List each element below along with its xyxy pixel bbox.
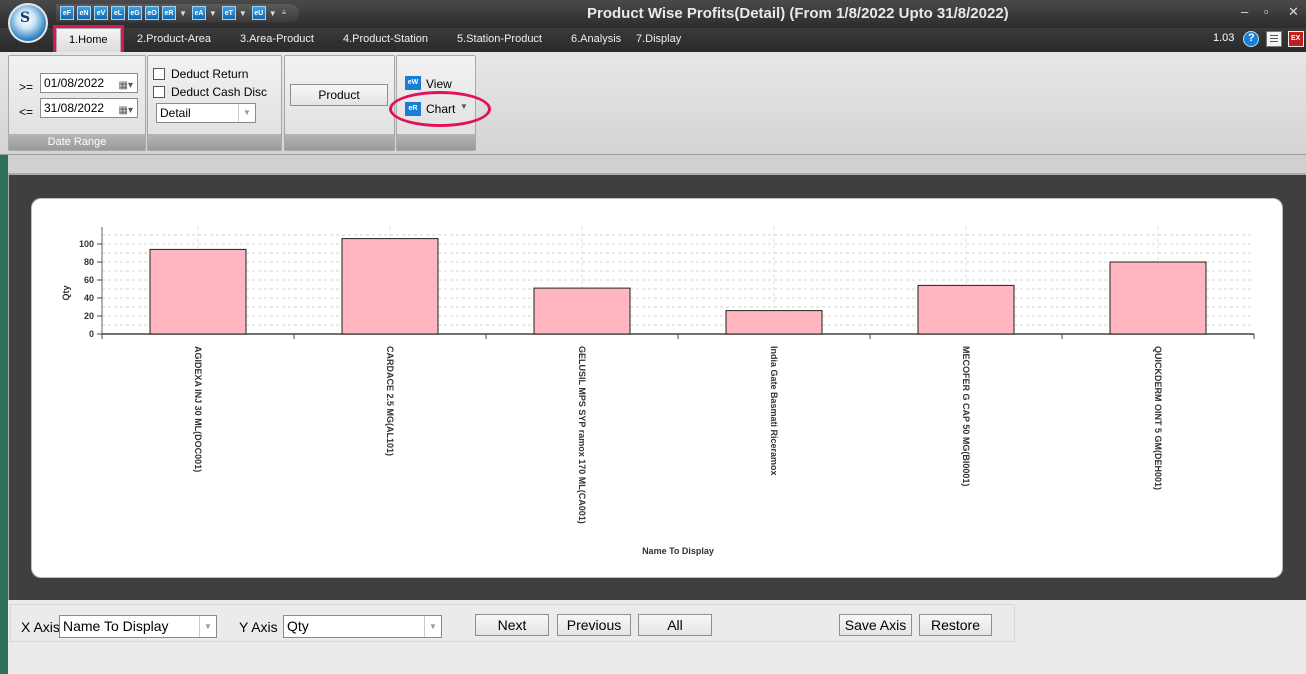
chart-panel: 0 20 40 60 80 100 AGIDEXA INJ 30 ML(DOC001) CAR… [31,198,1283,578]
product-group-footer [285,134,394,150]
deduct-return-checkbox[interactable] [153,68,165,80]
product-group: Product [284,55,395,151]
calendar-dropdown-icon[interactable]: ▦▾ [119,77,133,95]
chevron-down-icon[interactable]: ▼ [238,104,255,122]
quick-access-button[interactable]: eL [111,6,125,20]
app-logo[interactable]: S [8,3,48,43]
y-tick-label: 0 [89,329,94,339]
tab-area-product[interactable]: 3.Area-Product [240,33,314,45]
dropdown-arrow-icon[interactable]: ▼ [239,9,247,18]
next-button[interactable]: Next [475,614,549,636]
to-operator-label: <= [19,105,34,119]
y-tick-label: 40 [84,293,94,303]
bar [917,284,1015,335]
restore-button[interactable]: Restore [919,614,992,636]
left-edge-bar [0,155,8,674]
y-axis-title: Qty [61,285,71,300]
chevron-down-icon[interactable]: ▼ [199,616,216,637]
deduct-return-label: Deduct Return [171,67,249,81]
window-title: Product Wise Profits(Detail) (From 1/8/2… [587,5,1009,22]
bar [725,310,823,335]
mode-select-value: Detail [160,106,191,120]
toolbar-gap [0,155,1306,173]
quick-access-button[interactable]: eR [162,6,176,20]
date-range-group-label: Date Range [9,134,145,150]
title-bar: eF eN eV eL eG eO eR ▼ eA ▼ eT ▼ eU ▼ ⩮ … [0,0,1306,28]
y-axis-label: Y Axis [239,619,278,635]
quick-access-button[interactable]: eT [221,6,236,20]
chart-highlight-annotation [389,91,491,127]
quick-access-button[interactable]: eA [191,6,206,20]
quick-access-button[interactable]: eU [251,6,266,20]
calendar-dropdown-icon[interactable]: ▦▾ [119,102,133,120]
x-tick-label: AGIDEXA INJ 30 ML(DOC001) [193,346,203,472]
quick-access-button[interactable]: eF [60,6,74,20]
help-icon[interactable]: ? [1243,31,1259,47]
minimize-button[interactable]: – [1241,4,1248,19]
x-tick-label: India Gate Basmati Riceramox [769,346,779,476]
options-group: Deduct Return Deduct Cash Disc Detail ▼ [147,55,282,151]
y-tick-label: 60 [84,275,94,285]
customize-toolbar-icon[interactable]: ⩮ [282,8,287,18]
x-tick-label: GELUSIL MPS SYP ramox 170 ML(CA001) [577,346,587,524]
to-date-field[interactable]: 31/08/2022 ▦▾ [40,98,138,118]
save-axis-button[interactable]: Save Axis [839,614,912,636]
quick-access-button[interactable]: eO [145,6,159,20]
date-range-group: >= 01/08/2022 ▦▾ <= 31/08/2022 ▦▾ Date R… [8,55,146,151]
mode-select[interactable]: Detail ▼ [156,103,256,123]
chevron-down-icon[interactable]: ▼ [424,616,441,637]
all-button[interactable]: All [638,614,712,636]
ribbon-tabs: 1.Home 2.Product-Area 3.Area-Product 4.P… [0,25,1306,55]
dropdown-arrow-icon[interactable]: ▼ [269,9,277,18]
product-button[interactable]: Product [290,84,388,106]
app-logo-letter: S [20,10,31,26]
quick-access-toolbar: eF eN eV eL eG eO eR ▼ eA ▼ eT ▼ eU ▼ ⩮ [56,4,300,22]
from-date-value: 01/08/2022 [44,76,105,90]
x-tick-label: CARDACE 2.5 MG(AL101) [385,346,395,456]
view-icon: eW [405,76,421,90]
notes-icon[interactable] [1266,31,1282,47]
bar [341,238,439,335]
tab-station-product[interactable]: 5.Station-Product [457,33,542,45]
tab-home[interactable]: 1.Home [53,25,124,55]
options-group-footer [148,134,281,150]
dropdown-arrow-icon[interactable]: ▼ [179,9,187,18]
tab-display[interactable]: 7.Display [636,33,681,45]
x-axis-select-value: Name To Display [63,618,169,634]
deduct-cash-disc-label: Deduct Cash Disc [171,85,268,99]
version-label: 1.03 [1213,32,1235,44]
y-axis-select-value: Qty [287,618,309,634]
bar-chart: 0 20 40 60 80 100 AGIDEXA INJ 30 ML(DOC001) CAR… [61,227,1255,556]
quick-access-button[interactable]: eG [128,6,142,20]
maximize-button[interactable]: ▫ [1264,4,1269,19]
dropdown-arrow-icon[interactable]: ▼ [209,9,217,18]
deduct-cash-disc-checkbox[interactable] [153,86,165,98]
x-tick-label: MECOFER G CAP 50 MG(BI0001) [961,346,971,486]
previous-button[interactable]: Previous [557,614,631,636]
bar [1109,261,1207,335]
x-axis-title: Name To Display [642,546,714,556]
x-axis-select[interactable]: Name To Display ▼ [59,615,217,638]
exit-icon[interactable]: EX [1288,31,1304,47]
quick-access-button[interactable]: eN [77,6,91,20]
tab-product-area[interactable]: 2.Product-Area [137,33,211,45]
tab-product-station[interactable]: 4.Product-Station [343,33,428,45]
x-tick-label: QUICKDERM OINT 5 GM(DEH001) [1153,346,1163,490]
view-button[interactable]: View [426,77,452,91]
bar [149,248,247,335]
y-tick-label: 20 [84,311,94,321]
y-axis-select[interactable]: Qty ▼ [283,615,442,638]
tab-analysis[interactable]: 6.Analysis [571,33,621,45]
x-axis-label: X Axis [21,619,60,635]
to-date-value: 31/08/2022 [44,101,105,115]
ribbon-panel: >= 01/08/2022 ▦▾ <= 31/08/2022 ▦▾ Date R… [0,52,1306,155]
from-operator-label: >= [19,80,34,94]
from-date-field[interactable]: 01/08/2022 ▦▾ [40,73,138,93]
y-tick-label: 100 [79,239,94,249]
y-tick-label: 80 [84,257,94,267]
bar [533,287,631,335]
quick-access-button[interactable]: eV [94,6,108,20]
view-group-footer [397,134,475,150]
close-button[interactable]: ✕ [1288,4,1299,20]
